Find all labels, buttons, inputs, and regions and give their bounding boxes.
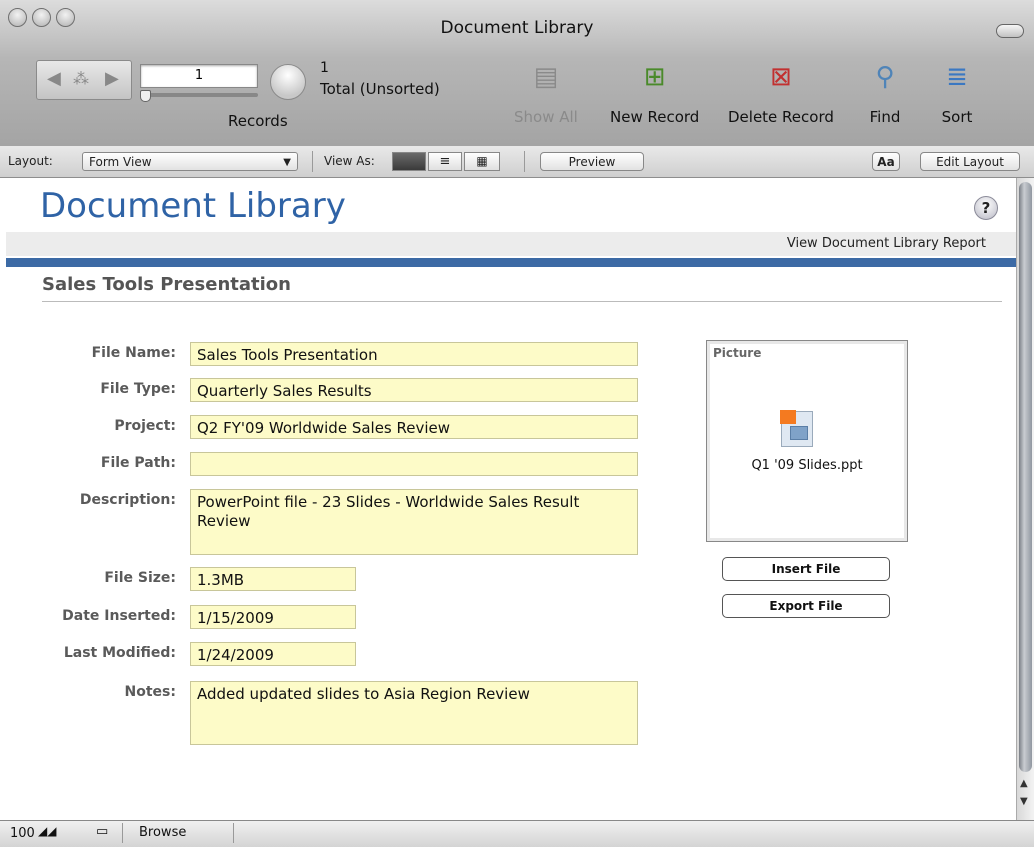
last-modified-label: Last Modified: (63, 645, 176, 661)
find-button[interactable]: ⚲ Find (868, 60, 902, 126)
picture-label: Picture (713, 346, 762, 360)
new-record-button[interactable]: ⊞ New Record (610, 60, 699, 126)
file-name-label: File Name: (91, 345, 176, 361)
record-slider[interactable] (140, 93, 258, 97)
divider (524, 151, 525, 172)
mode-indicator[interactable]: Browse (122, 823, 234, 843)
zoom-level[interactable]: 100 (10, 826, 35, 841)
sort-icon: ≣ (946, 62, 968, 92)
file-path-field[interactable] (190, 452, 638, 476)
text-format-button[interactable]: Aa (872, 152, 900, 171)
sort-label: Sort (941, 108, 973, 126)
new-record-label: New Record (610, 108, 700, 126)
divider (312, 151, 313, 172)
layout-popup[interactable]: Form View ▼ (82, 152, 298, 171)
layout-popup-value: Form View (89, 155, 152, 169)
notes-field[interactable]: Added updated slides to Asia Region Revi… (190, 681, 638, 745)
show-all-label: Show All (514, 108, 578, 126)
record-book-control[interactable]: ◀ ⁂ ▶ (36, 60, 132, 100)
popup-arrow-icon: ▼ (283, 157, 291, 168)
insert-file-button[interactable]: Insert File (722, 557, 890, 581)
section-title: Sales Tools Presentation (42, 274, 291, 295)
magnifier-icon: ⚲ (875, 62, 895, 92)
zoom-controls-icon[interactable]: ◢◢ (38, 824, 56, 838)
page-title: Document Library (40, 186, 346, 226)
edit-layout-button[interactable]: Edit Layout (920, 152, 1020, 171)
report-band: View Document Library Report (6, 232, 1016, 256)
layout-bar: Layout: Form View ▼ View As: ≡ ▦ Preview… (0, 146, 1034, 178)
header-divider (6, 258, 1016, 267)
file-size-label: File Size: (104, 570, 176, 586)
title-toolbar: Document Library ◀ ⁂ ▶ 1 1 Total (Unsort… (0, 0, 1034, 147)
scroll-up-icon[interactable]: ▲ (1020, 778, 1028, 789)
record-count: 1 (320, 60, 329, 76)
delete-record-label: Delete Record (728, 108, 834, 126)
description-field[interactable]: PowerPoint file - 23 Slides - Worldwide … (190, 489, 638, 555)
view-report-link[interactable]: View Document Library Report (787, 236, 986, 251)
window-title: Document Library (440, 18, 594, 38)
window: Document Library ◀ ⁂ ▶ 1 1 Total (Unsort… (0, 0, 1034, 847)
project-field[interactable]: Q2 FY'09 Worldwide Sales Review (190, 415, 638, 439)
delete-record-button[interactable]: ⊠ Delete Record (728, 60, 834, 126)
file-path-label: File Path: (100, 455, 176, 471)
scrollbar-thumb[interactable] (1019, 182, 1032, 772)
file-type-field[interactable]: Quarterly Sales Results (190, 378, 638, 402)
record-slider-thumb[interactable] (140, 90, 151, 102)
sort-button[interactable]: ≣ Sort (940, 60, 974, 126)
scroll-down-icon[interactable]: ▼ (1020, 796, 1028, 807)
vertical-scrollbar[interactable]: ▲ ▼ (1016, 178, 1034, 820)
date-inserted-field[interactable]: 1/15/2009 (190, 605, 356, 629)
view-as-list-button[interactable]: ≡ (428, 152, 462, 171)
toolbar-toggle-button[interactable] (996, 24, 1024, 38)
view-as-table-button[interactable]: ▦ (464, 152, 500, 171)
records-label: Records (228, 112, 288, 130)
section-divider (42, 301, 1002, 302)
show-all-icon: ▤ (533, 62, 559, 92)
help-icon[interactable]: ? (974, 196, 998, 220)
file-type-label: File Type: (100, 381, 176, 397)
delete-record-icon: ⊠ (770, 62, 792, 92)
record-progress-icon (270, 64, 306, 100)
file-name-field[interactable]: Sales Tools Presentation (190, 342, 638, 366)
date-inserted-label: Date Inserted: (62, 608, 176, 624)
next-record-icon[interactable]: ▶ (105, 68, 119, 89)
picture-file-name: Q1 '09 Slides.ppt (751, 458, 863, 473)
description-label: Description: (79, 492, 176, 508)
new-record-icon: ⊞ (643, 62, 666, 92)
picture-container[interactable]: Picture Q1 '09 Slides.ppt (706, 340, 908, 542)
notes-label: Notes: (124, 684, 176, 700)
status-toolbar-icon[interactable]: ▭ (96, 824, 108, 839)
find-label: Find (869, 108, 901, 126)
show-all-button[interactable]: ▤ Show All (514, 60, 578, 126)
preview-button[interactable]: Preview (540, 152, 644, 171)
view-as-form-button[interactable] (392, 152, 426, 171)
last-modified-field[interactable]: 1/24/2009 (190, 642, 356, 666)
previous-record-icon[interactable]: ◀ (47, 68, 61, 89)
export-file-button[interactable]: Export File (722, 594, 890, 618)
view-as-label: View As: (324, 154, 375, 168)
layout-label: Layout: (8, 154, 53, 168)
form-content: Document Library ? View Document Library… (6, 178, 1016, 820)
file-size-field[interactable]: 1.3MB (190, 567, 356, 591)
status-bar: 100 ◢◢ ▭ Browse (0, 820, 1034, 847)
record-status: Total (Unsorted) (320, 80, 440, 98)
project-label: Project: (114, 418, 176, 434)
book-icon: ⁂ (73, 69, 89, 88)
current-record-field[interactable]: 1 (140, 64, 258, 88)
powerpoint-file-icon (780, 410, 813, 447)
